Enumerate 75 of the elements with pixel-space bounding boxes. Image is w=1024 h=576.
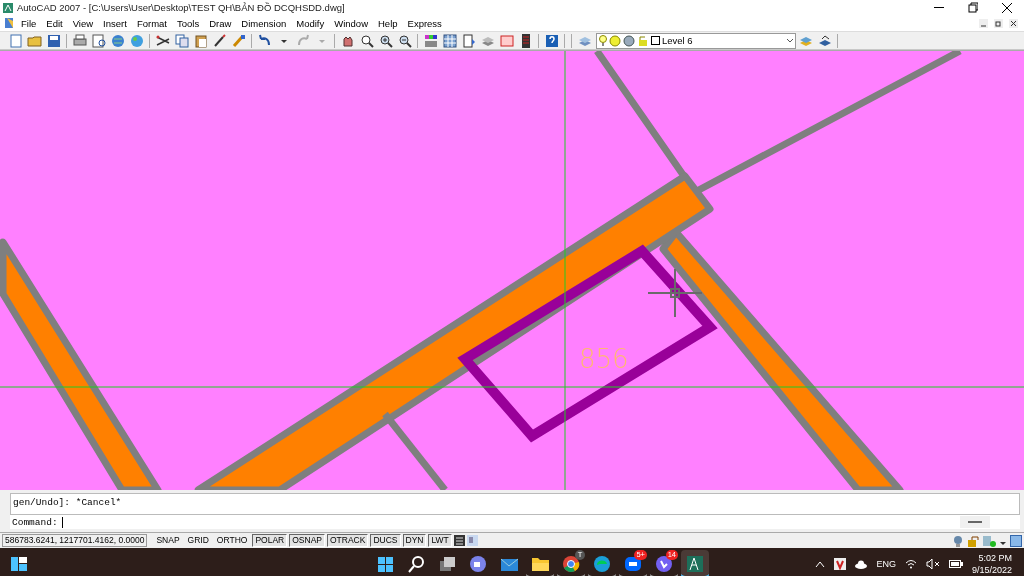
menu-item[interactable]: Draw bbox=[204, 17, 237, 29]
window-title: AutoCAD 2007 - [C:\Users\User\Desktop\TEST QH\BẢN ĐỒ DCQHSDD.dwg] bbox=[17, 2, 346, 13]
command-prompt: Command: bbox=[12, 516, 58, 528]
grid-icon[interactable] bbox=[441, 32, 458, 49]
language-indicator[interactable]: ENG bbox=[876, 559, 896, 569]
brush-icon[interactable] bbox=[211, 32, 228, 49]
status-toggle[interactable]: LWT bbox=[428, 534, 452, 547]
autocad-app-icon bbox=[685, 554, 705, 574]
menu-item[interactable]: Tools bbox=[171, 17, 205, 29]
command-history: gen/Undo]: *Cancel* bbox=[10, 493, 1020, 515]
model-icon[interactable] bbox=[453, 535, 465, 546]
close-icon[interactable] bbox=[1002, 0, 1012, 15]
wifi-icon[interactable] bbox=[904, 559, 917, 569]
layer-dropdown[interactable]: Level 6 bbox=[596, 32, 796, 49]
chat-bubble-icon bbox=[623, 554, 643, 574]
menu-item[interactable]: Help bbox=[373, 17, 403, 29]
status-toggle[interactable]: DUCS bbox=[370, 534, 401, 547]
status-toggle[interactable]: ORTHO bbox=[213, 534, 251, 547]
battery-icon[interactable] bbox=[948, 560, 963, 568]
zoom-icon[interactable] bbox=[396, 32, 413, 49]
chevron-up-icon[interactable] bbox=[815, 560, 826, 568]
status-toggle[interactable]: POLAR bbox=[252, 534, 288, 547]
paste-icon[interactable] bbox=[192, 32, 209, 49]
menu-item[interactable]: File bbox=[16, 17, 42, 29]
menu-item[interactable]: Window bbox=[329, 17, 373, 29]
close-icon[interactable] bbox=[1009, 18, 1018, 28]
status-toggle[interactable]: DYN bbox=[402, 534, 427, 547]
sun-icon bbox=[609, 34, 621, 47]
menu-item[interactable]: Express bbox=[402, 17, 447, 29]
palette-icon[interactable] bbox=[422, 32, 439, 49]
search-icon bbox=[406, 554, 426, 574]
globe-icon[interactable] bbox=[109, 32, 126, 49]
color-swatch-icon bbox=[651, 36, 660, 45]
app-tray-icon[interactable] bbox=[834, 558, 847, 570]
padlock-icon bbox=[637, 34, 649, 47]
phone-bubble-icon bbox=[654, 554, 674, 574]
menu-item[interactable]: Format bbox=[131, 17, 172, 29]
coordinates-readout: 586783.6241, 1217701.4162, 0.0000 bbox=[2, 534, 148, 547]
brush-icon[interactable] bbox=[230, 32, 247, 49]
widgets-icon[interactable] bbox=[10, 555, 28, 573]
browser-icon bbox=[561, 554, 581, 574]
task-view-icon bbox=[437, 554, 457, 574]
speaker-muted-icon[interactable] bbox=[925, 559, 940, 569]
lightbulb-icon bbox=[599, 34, 607, 47]
parcel-number: 856 bbox=[579, 344, 629, 374]
status-toggle[interactable]: OTRACK bbox=[327, 534, 369, 547]
clean-screen-icon[interactable] bbox=[1010, 534, 1022, 547]
restore-icon[interactable] bbox=[968, 0, 978, 15]
browser-icon bbox=[592, 554, 612, 574]
status-toggle[interactable]: SNAP bbox=[153, 534, 183, 547]
print-icon[interactable] bbox=[71, 32, 88, 49]
pick-cursor bbox=[647, 268, 703, 318]
zoom-icon[interactable] bbox=[377, 32, 394, 49]
clock[interactable]: 5:02 PM 9/15/2022 bbox=[971, 552, 1012, 576]
chat-icon bbox=[468, 554, 488, 574]
start-icon bbox=[375, 554, 395, 574]
menu-item[interactable]: Modify bbox=[291, 17, 330, 29]
menu-item[interactable]: Edit bbox=[41, 17, 68, 29]
status-toggle[interactable]: GRID bbox=[184, 534, 212, 547]
preview-icon[interactable] bbox=[90, 32, 107, 49]
help-icon[interactable] bbox=[543, 32, 560, 49]
document-icon[interactable] bbox=[460, 32, 477, 49]
copy-icon[interactable] bbox=[173, 32, 190, 49]
taskbar-button[interactable] bbox=[681, 550, 709, 576]
save-icon[interactable] bbox=[45, 32, 62, 49]
menu-item[interactable]: Dimension bbox=[236, 17, 292, 29]
status-toggle[interactable]: OSNAP bbox=[289, 534, 325, 547]
layer-name: Level 6 bbox=[662, 35, 694, 46]
cloud-icon[interactable] bbox=[855, 559, 868, 569]
zoom-icon[interactable] bbox=[358, 32, 375, 49]
menu-item[interactable]: Insert bbox=[98, 17, 132, 29]
document-icon bbox=[4, 17, 16, 29]
menu-item[interactable]: View bbox=[67, 17, 99, 29]
restore-icon[interactable] bbox=[994, 18, 1003, 28]
globe-icon bbox=[623, 34, 635, 47]
